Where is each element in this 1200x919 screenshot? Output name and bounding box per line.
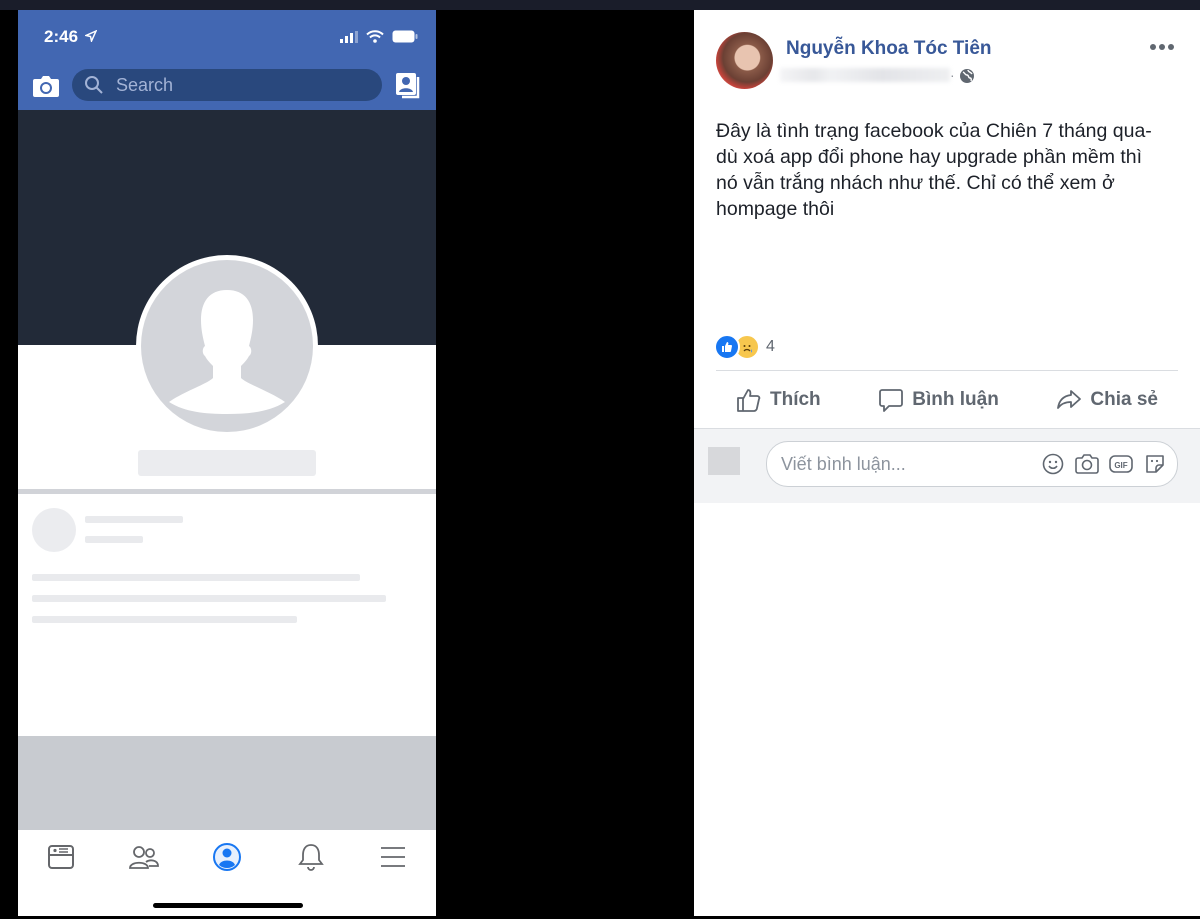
hamburger-menu-icon [381, 847, 405, 867]
app-header: 2:46 [18, 10, 436, 110]
emoji-icon [1042, 453, 1064, 475]
section-divider [18, 489, 436, 494]
svg-text:GIF: GIF [1114, 461, 1127, 470]
like-button[interactable]: Thích [716, 378, 841, 422]
friends-icon [129, 846, 159, 869]
sticker-button[interactable] [1143, 452, 1167, 476]
search-icon [85, 76, 103, 94]
post-text-placeholder [32, 574, 360, 581]
gif-button[interactable]: GIF [1109, 452, 1133, 476]
tab-news-feed[interactable] [44, 840, 78, 874]
meta-separator: · [950, 67, 955, 83]
bell-icon [298, 844, 324, 871]
background-strip [0, 0, 1200, 10]
post-name-placeholder [85, 516, 183, 523]
author-avatar[interactable] [716, 32, 773, 89]
reaction-count: 4 [766, 338, 775, 355]
commenter-avatar-blurred [708, 447, 740, 475]
battery-icon [392, 30, 418, 43]
news-feed-icon [48, 845, 74, 869]
more-dot-icon [1168, 44, 1174, 50]
post-body-text: Đây là tình trạng facebook của Chiên 7 t… [716, 120, 1152, 220]
like-reaction-icon [714, 334, 740, 360]
location-arrow-icon [83, 29, 98, 44]
comment-bubble-icon [879, 389, 904, 412]
facebook-post: Nguyễn Khoa Tóc Tiên · Đây là tình trạng… [694, 10, 1200, 916]
camera-button[interactable] [32, 73, 60, 99]
post-actions: Thích Bình luận Chia sẻ [716, 378, 1178, 422]
comment-box[interactable]: GIF [766, 441, 1178, 487]
camera-icon [1075, 454, 1099, 474]
reactions-summary[interactable]: 4 [714, 334, 775, 360]
more-dot-icon [1159, 44, 1165, 50]
post-text-placeholder [32, 616, 297, 623]
comment-input[interactable] [779, 452, 1041, 476]
post-time-placeholder [85, 536, 143, 543]
status-bar-indicators [340, 30, 418, 43]
thumbs-up-icon [737, 389, 761, 412]
actions-divider [716, 370, 1178, 371]
sticker-icon [1146, 455, 1164, 473]
more-options-button[interactable] [1150, 40, 1178, 54]
share-arrow-icon [1057, 390, 1082, 409]
search-input[interactable] [114, 73, 358, 97]
status-bar-time: 2:46 [44, 27, 98, 47]
comment-composer: GIF [694, 428, 1200, 503]
phone-screenshot: 2:46 [18, 10, 436, 916]
comment-tools: GIF [1041, 452, 1167, 476]
share-button[interactable]: Chia sẻ [1036, 378, 1178, 422]
home-indicator [153, 903, 303, 908]
comment-button[interactable]: Bình luận [858, 378, 1019, 422]
search-bar[interactable] [72, 69, 382, 101]
tab-menu[interactable] [376, 840, 410, 874]
contacts-button[interactable] [394, 71, 422, 99]
emoji-button[interactable] [1041, 452, 1065, 476]
profile-picture[interactable] [136, 255, 318, 437]
post-avatar-placeholder [32, 508, 76, 552]
profile-icon [213, 843, 241, 871]
tab-profile[interactable] [210, 840, 244, 874]
name-placeholder [138, 450, 316, 476]
photo-button[interactable] [1075, 452, 1099, 476]
cellular-signal-icon [340, 30, 358, 43]
contacts-icon [396, 73, 420, 99]
tab-friends[interactable] [127, 840, 161, 874]
author-name-link[interactable]: Nguyễn Khoa Tóc Tiên [786, 38, 992, 60]
wifi-icon [366, 30, 384, 43]
loading-band [18, 736, 436, 830]
camera-icon [33, 76, 59, 97]
post-text-placeholder [32, 595, 386, 602]
tab-notifications[interactable] [294, 840, 328, 874]
default-avatar-icon [169, 290, 285, 414]
post-timestamp-blurred [780, 68, 950, 82]
gif-icon: GIF [1109, 455, 1133, 473]
more-dot-icon [1150, 44, 1156, 50]
globe-icon[interactable] [959, 68, 975, 84]
